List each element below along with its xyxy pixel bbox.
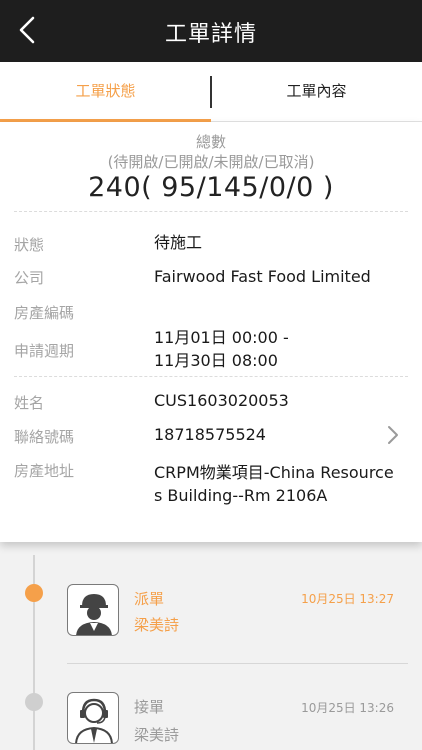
- timeline-event-time: 10月25日 13:26: [301, 701, 394, 715]
- address-label: 房產地址: [14, 462, 75, 480]
- phone-value[interactable]: 18718575524: [154, 424, 412, 445]
- work-order-detail-card: 總數 (待開啟/已開啟/未開啟/已取消) 240( 95/145/0/0 ) 狀…: [0, 122, 422, 542]
- status-value: 待施工: [154, 233, 203, 252]
- dashed-divider: [14, 211, 408, 212]
- property-code-label: 房產編碼: [14, 304, 75, 322]
- timeline-event-time: 10月25日 13:27: [301, 592, 394, 606]
- dashed-divider: [14, 376, 408, 377]
- company-value: Fairwood Fast Food Limited: [154, 267, 371, 286]
- name-label: 姓名: [14, 394, 45, 412]
- total-label: 總數: [195, 133, 226, 151]
- timeline-dot-done: [25, 693, 43, 711]
- timeline-event-title: 派單: [134, 590, 165, 608]
- phone-label: 聯絡號碼: [14, 428, 75, 446]
- address-line-1: CRPM物業項目-China Resource: [154, 463, 394, 482]
- timeline-dot-active: [25, 584, 43, 602]
- page-title: 工單詳情: [164, 22, 257, 47]
- address-line-2: s Building--Rm 2106A: [154, 486, 328, 505]
- worker-avatar-icon: [67, 584, 119, 636]
- status-label: 狀態: [14, 236, 45, 254]
- name-value: CUS1603020053: [154, 391, 289, 410]
- nav-bar: 工單詳情: [0, 0, 422, 62]
- period-end: 11月30日 08:00: [154, 351, 278, 370]
- period-label: 申請週期: [14, 342, 75, 360]
- chevron-right-icon[interactable]: [384, 424, 402, 446]
- timeline-event-person: 梁美詩: [134, 616, 180, 634]
- period-start: 11月01日 00:00 -: [154, 328, 289, 347]
- count-legend: (待開啟/已開啟/未開啟/已取消): [107, 153, 315, 171]
- support-agent-avatar-icon: [67, 692, 119, 744]
- tab-work-order-content[interactable]: 工單內容: [211, 62, 422, 122]
- timeline-event-person: 梁美詩: [134, 726, 180, 744]
- tab-bar: 工單狀態 工單內容: [0, 62, 422, 122]
- company-label: 公司: [14, 269, 45, 287]
- timeline-divider: [67, 663, 408, 664]
- tab-work-order-status[interactable]: 工單狀態: [0, 62, 211, 122]
- timeline-event-title: 接單: [134, 698, 165, 716]
- count-summary: 240( 95/145/0/0 ): [88, 172, 334, 203]
